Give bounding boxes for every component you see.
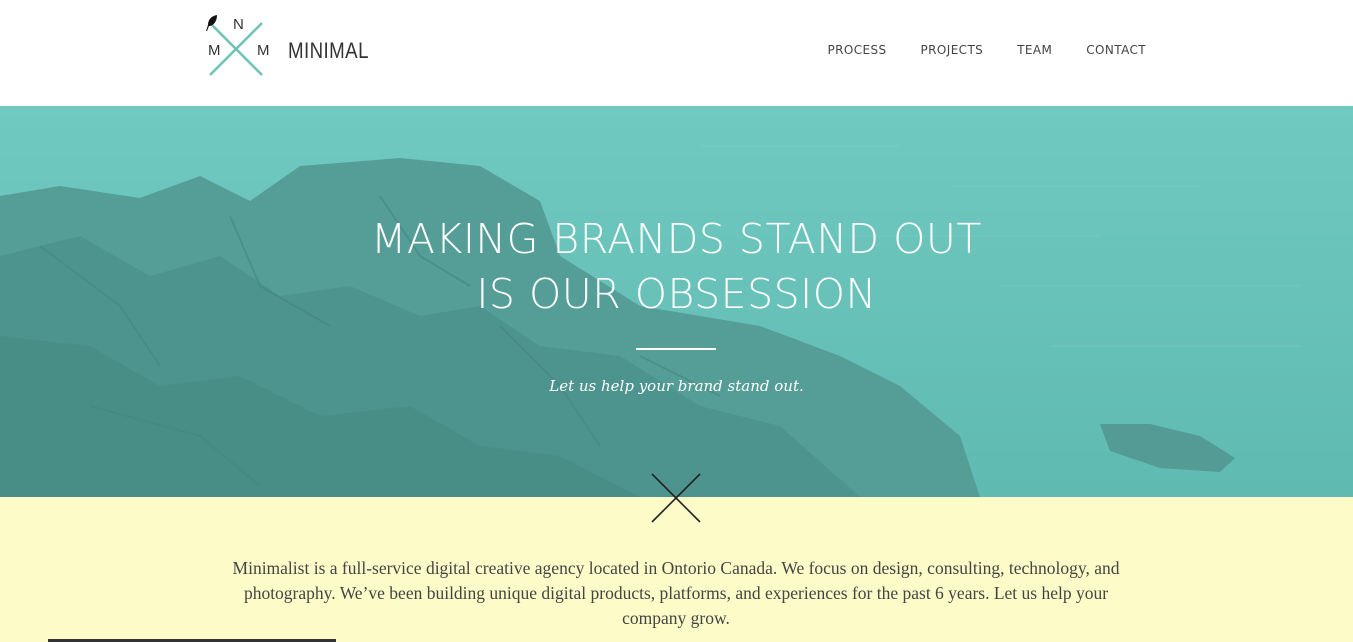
brand-logo-link[interactable]: N M M MINIMAL — [204, 14, 383, 88]
hero-section: MAKING BRANDS STAND OUT IS OUR OBSESSION… — [0, 106, 1353, 497]
site-header: N M M MINIMAL PROCESS PROJECTS TEAM CONT… — [0, 0, 1353, 106]
hero-tagline: Let us help your brand stand out. — [549, 377, 804, 395]
hero-title-line-2: IS OUR OBSESSION — [476, 270, 877, 318]
about-text: Minimalist is a full-service digital cre… — [232, 558, 1120, 628]
logo-letter-right: M — [257, 42, 270, 59]
feather-icon — [206, 15, 217, 31]
hero-divider — [636, 348, 716, 350]
brand-name: MINIMAL — [288, 38, 369, 63]
hero-content: MAKING BRANDS STAND OUT IS OUR OBSESSION… — [0, 106, 1353, 497]
hero-title: MAKING BRANDS STAND OUT IS OUR OBSESSION — [0, 212, 1353, 322]
hero-title-line-1: MAKING BRANDS STAND OUT — [371, 215, 982, 263]
crossed-lines-logo-icon: N M M — [204, 14, 270, 88]
nav-link-team[interactable]: TEAM — [1017, 42, 1052, 58]
logo-letter-left: M — [208, 42, 221, 59]
nav-link-process[interactable]: PROCESS — [828, 42, 887, 58]
nav-link-contact[interactable]: CONTACT — [1086, 42, 1146, 58]
logo-letter-top: N — [233, 16, 244, 33]
main-nav: PROCESS PROJECTS TEAM CONTACT — [794, 42, 1146, 58]
nav-link-projects[interactable]: PROJECTS — [921, 42, 984, 58]
cross-icon — [651, 473, 701, 523]
